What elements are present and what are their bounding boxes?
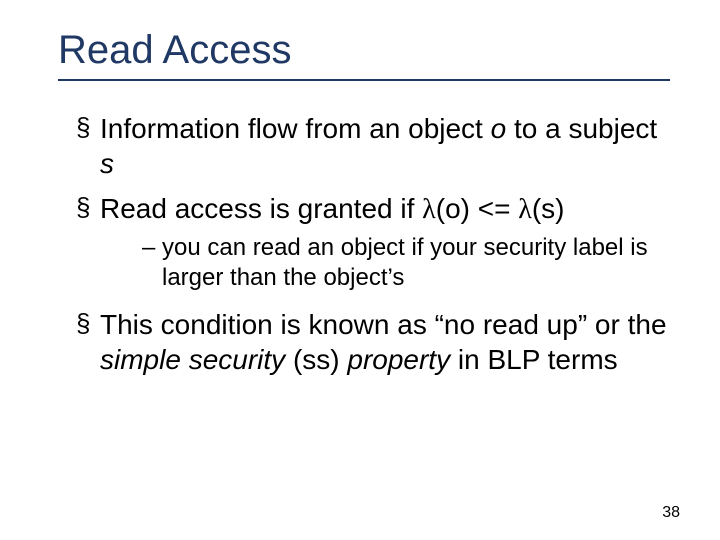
bullet-2: Read access is granted if λ(o) <= λ(s) y… [76,191,670,293]
bullet-list: Information flow from an object o to a s… [58,111,670,377]
page-number: 38 [662,504,680,522]
bullet-3-text-c: in BLP terms [458,344,618,375]
slide: Read Access Information flow from an obj… [0,0,720,540]
sub-bullet-1-text: you can read an object if your security … [162,234,648,291]
bullet-3-text-a: This condition is known as “no read up” … [100,309,667,340]
bullet-1-text-b: to a subject [506,113,657,144]
bullet-3-italic-2: property [340,344,458,375]
bullet-2-mid1: (o) <= [436,193,518,224]
bullet-1-var-o: o [491,113,507,144]
sub-bullet-list: you can read an object if your security … [100,233,670,293]
title-underline [58,79,670,81]
bullet-1: Information flow from an object o to a s… [76,111,670,181]
sub-bullet-1: you can read an object if your security … [142,233,670,293]
bullet-1-text-a: Information flow from an object [100,113,491,144]
slide-title: Read Access [58,28,670,73]
lambda-icon: λ [518,194,532,225]
bullet-3: This condition is known as “no read up” … [76,307,670,377]
bullet-3-italic-1: simple security [100,344,293,375]
bullet-2-mid2: (s) [532,193,565,224]
bullet-2-text-a: Read access is granted if [100,193,422,224]
bullet-3-text-b: (ss) [293,344,340,375]
bullet-1-var-s: s [100,148,114,179]
lambda-icon: λ [422,194,436,225]
